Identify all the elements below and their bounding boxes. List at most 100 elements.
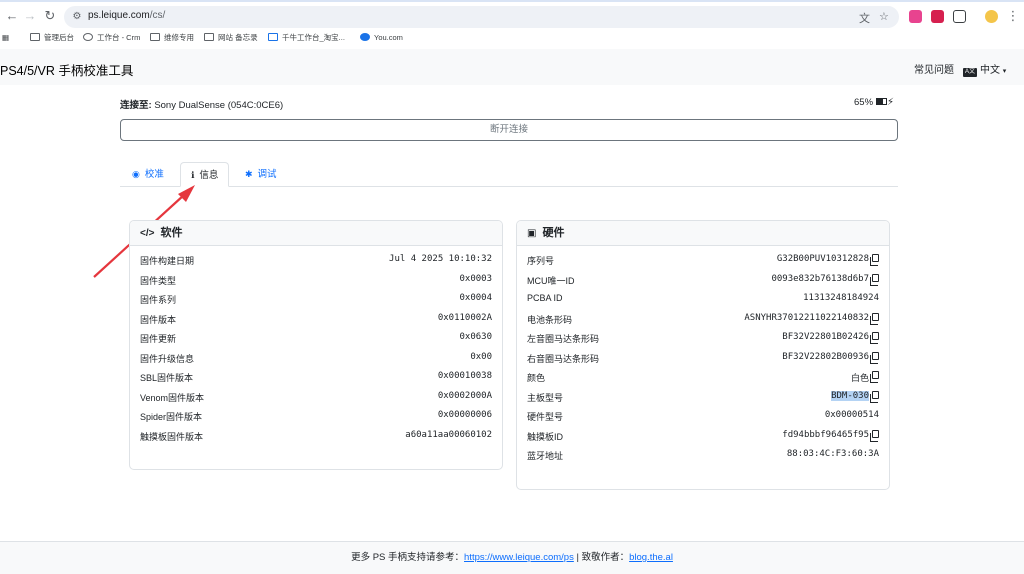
battery-icon [876, 98, 888, 105]
disconnect-button[interactable]: 断开连接 [120, 119, 898, 141]
copy-icon[interactable] [870, 273, 879, 286]
profile-avatar-icon[interactable] [985, 10, 998, 23]
browser-menu-icon[interactable]: ⋮ [1005, 8, 1021, 24]
battery-status: 65% ⚡ [854, 97, 895, 108]
chip-icon: ▣ [527, 228, 537, 239]
copy-icon[interactable] [870, 371, 879, 383]
software-info-value: 0x00000006 [437, 410, 492, 420]
hardware-rows: 序列号 G32B00PUV10312828 MCU唯一ID 0093e832b7613… [517, 246, 889, 466]
footer-link-leique[interactable]: https://www.leique.com/ps [464, 552, 574, 563]
folder-icon [30, 33, 40, 41]
software-info-row: SBL固件版本 0x00010038 [140, 368, 492, 388]
hardware-info-label: 左音圈马达条形码 [527, 334, 600, 344]
hardware-info-row: 硬件型号 0x00000514 [527, 407, 879, 427]
hardware-info-value: G32B00PUV10312828 [776, 254, 869, 264]
hardware-info-label: 电池条形码 [527, 314, 573, 325]
hardware-info-label: 触摸板ID [527, 431, 564, 442]
footer-separator: | 致敬作者： [573, 552, 630, 563]
hardware-info-row: 蓝牙地址 88:03:4C:F3:60:3A [527, 446, 879, 466]
address-bar[interactable]: ⚙ ps.leique.com/cs/ 文 ☆ [64, 6, 899, 28]
hardware-info-value: BF32V22802B00936 [782, 351, 869, 362]
hardware-info-label: 主板型号 [527, 392, 564, 403]
bookmark-item[interactable]: 千牛工作台_淘宝... [268, 32, 345, 44]
software-info-label: 触摸板固件版本 [140, 431, 204, 442]
hardware-card: ▣ 硬件 序列号 G32B00PUV10312828 MCU唯一ID 0093e832b… [516, 220, 890, 490]
bookmark-item[interactable]: 管理后台 [30, 32, 74, 44]
software-info-label: 固件系列 [140, 295, 177, 305]
you-icon [360, 33, 370, 41]
footer-link-author[interactable]: blog.the.al [629, 552, 673, 563]
hardware-info-row: 主板型号 BDM-030 [527, 388, 879, 408]
app-title[interactable]: PS4/5/VR 手柄校准工具 [0, 60, 133, 79]
software-info-row: 固件构建日期 Jul 4 2025 10:10:32 [140, 251, 492, 271]
software-info-row: 固件类型 0x0003 [140, 271, 492, 291]
reload-icon[interactable]: ↻ [42, 8, 58, 24]
forward-icon[interactable]: → [22, 8, 38, 24]
copy-icon[interactable] [870, 254, 879, 266]
hardware-info-row: PCBA ID 11313248184924 [527, 290, 879, 310]
folder-icon [204, 33, 214, 41]
bookmark-item[interactable]: 工作台 - Crm [83, 32, 140, 44]
bookmark-item[interactable]: You.com [360, 32, 403, 44]
bookmark-star-icon[interactable]: ☆ [879, 10, 889, 23]
bookmark-item[interactable]: 网站 备忘录 [204, 32, 258, 44]
software-info-value: 0x0004 [459, 293, 492, 303]
extensions-puzzle-icon[interactable] [953, 10, 966, 23]
tab-info[interactable]: ℹ 信息 [180, 162, 230, 187]
software-info-row: 触摸板固件版本 a60a11aa00060102 [140, 427, 492, 447]
software-info-label: 固件升级信息 [140, 353, 195, 364]
app-navbar: PS4/5/VR 手柄校准工具 常见问题 A文 中文 ▾ [0, 49, 1024, 85]
hardware-info-value: 0x00000514 [824, 410, 879, 420]
bookmarks-bar: ▦ 管理后台 工作台 - Crm 维修专用 网站 备忘录 千牛工作台_淘宝...… [0, 30, 1024, 50]
back-icon[interactable]: ← [4, 8, 20, 24]
copy-icon[interactable] [870, 390, 879, 403]
copy-icon[interactable] [870, 332, 879, 344]
hardware-info-label: 右音圈马达条形码 [527, 353, 600, 364]
software-info-label: 固件构建日期 [140, 256, 195, 266]
translate-icon[interactable]: 文 [859, 10, 870, 26]
hardware-info-value: 88:03:4C:F3:60:3A [786, 449, 879, 459]
language-dropdown[interactable]: A文 中文 ▾ [963, 61, 1006, 77]
hardware-info-row: 左音圈马达条形码 BF32V22801B02426 [527, 329, 879, 349]
info-icon: ℹ [191, 170, 195, 180]
tab-calibrate[interactable]: ◉ 校准 [122, 162, 174, 186]
site-settings-icon[interactable]: ⚙ [70, 10, 84, 24]
hardware-info-row: MCU唯一ID 0093e832b76138d6b7 [527, 271, 879, 291]
software-info-value: 0x0110002A [437, 312, 492, 323]
site-icon [83, 33, 93, 41]
hardware-info-label: 序列号 [527, 256, 555, 266]
software-rows: 固件构建日期 Jul 4 2025 10:10:32 固件类型 0x0003 固件系列 0… [130, 246, 502, 446]
caret-down-icon: ▾ [1002, 68, 1007, 75]
shield-icon [268, 33, 278, 41]
copy-icon[interactable] [870, 351, 879, 364]
extension-icon[interactable] [909, 10, 922, 23]
software-info-value: 0x0630 [459, 332, 492, 342]
hardware-info-row: 颜色 白色 [527, 368, 879, 388]
hardware-info-label: 硬件型号 [527, 412, 564, 422]
copy-icon[interactable] [870, 429, 879, 442]
hardware-info-label: 颜色 [527, 373, 546, 383]
software-card: </> 软件 固件构建日期 Jul 4 2025 10:10:32 固件类型 0x000… [129, 220, 503, 470]
software-info-row: Venom固件版本 0x0002000A [140, 388, 492, 408]
software-info-label: Venom固件版本 [140, 392, 205, 403]
hardware-info-value: BF32V22801B02426 [782, 332, 869, 342]
bookmark-item[interactable]: 维修专用 [150, 32, 194, 44]
copy-icon[interactable] [870, 312, 879, 325]
hardware-info-label: 蓝牙地址 [527, 451, 564, 461]
faq-link[interactable]: 常见问题 [914, 61, 954, 76]
tab-bar: ◉ 校准 ℹ 信息 ✱ 调试 [120, 162, 898, 187]
hardware-info-value: 11313248184924 [803, 293, 879, 303]
software-info-value: 0x0003 [459, 273, 492, 284]
hardware-info-value: 白色 [850, 374, 869, 384]
hardware-info-row: 序列号 G32B00PUV10312828 [527, 251, 879, 271]
bug-icon: ✱ [245, 169, 253, 179]
download-extension-icon[interactable] [931, 10, 944, 23]
tab-debug[interactable]: ✱ 调试 [235, 162, 287, 186]
software-info-label: 固件版本 [140, 314, 177, 325]
code-icon: </> [140, 228, 155, 239]
software-info-row: 固件版本 0x0110002A [140, 310, 492, 330]
hardware-info-value: fd94bbbf96465f95 [782, 429, 869, 440]
software-info-row: 固件系列 0x0004 [140, 290, 492, 310]
software-info-label: Spider固件版本 [140, 412, 203, 422]
apps-grid-icon[interactable]: ▦ [2, 32, 9, 44]
